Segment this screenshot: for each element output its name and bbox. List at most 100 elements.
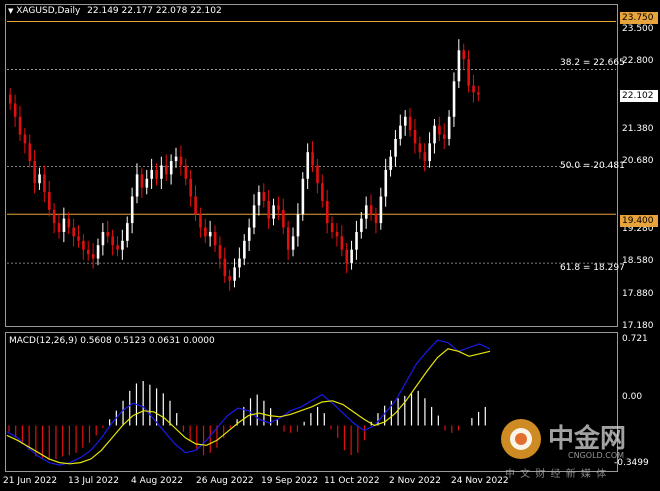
candle-body	[467, 59, 470, 86]
candle-body	[38, 174, 41, 184]
candle-body	[247, 227, 251, 241]
candle-body	[345, 249, 349, 263]
candle-body	[267, 200, 271, 219]
candle-body	[447, 116, 451, 139]
candle-body	[340, 236, 344, 250]
watermark-brand: 中金网	[548, 424, 627, 454]
candle-body	[311, 152, 314, 166]
date-label: 4 Aug 2022	[131, 476, 183, 486]
candle-body	[23, 134, 27, 144]
macd-signal-line	[6, 348, 491, 465]
candle-body	[13, 103, 17, 117]
date-label: 13 Jul 2022	[68, 476, 119, 486]
candle-body	[62, 218, 66, 232]
candle-body	[364, 205, 368, 219]
candle-body	[91, 254, 95, 259]
candle-body	[96, 245, 100, 259]
candle-body	[257, 192, 261, 206]
candle-body	[52, 209, 56, 224]
candle-body	[408, 116, 412, 131]
candle-body	[189, 178, 193, 197]
candle-body	[135, 174, 139, 197]
candle-body	[472, 85, 475, 93]
fib-label-61: 61.8 = 18.297	[560, 263, 625, 273]
candle-body	[155, 169, 158, 179]
candle-body	[413, 130, 417, 144]
candle-body	[116, 245, 119, 250]
candle-body	[72, 227, 75, 237]
candle-body	[213, 231, 217, 246]
price-axis-label: 22.800	[622, 56, 654, 66]
candle-body	[184, 165, 188, 179]
watermark-tagline: 中 文 财 经 新 媒 体	[505, 469, 608, 480]
current-price-tag: 22.102	[620, 90, 658, 102]
candle-body	[150, 169, 154, 179]
candle-body	[262, 192, 266, 201]
candle-body	[179, 156, 183, 166]
candle-body	[43, 174, 46, 193]
candle-body	[165, 165, 168, 175]
candle-body	[228, 276, 232, 281]
candle-body	[233, 267, 236, 281]
fib-label-50: 50.0 = 20.481	[560, 161, 625, 171]
candle-body	[384, 169, 388, 197]
price-axis-label: 21.380	[622, 124, 654, 134]
date-label: 26 Aug 2022	[196, 476, 254, 486]
candle-body	[399, 125, 402, 139]
price-axis-label: 17.180	[622, 321, 654, 331]
candle-body	[106, 231, 110, 237]
candle-body	[130, 196, 134, 224]
macd-header: MACD(12,26,9) 0.5608 0.5123 0.0631 0.000…	[9, 336, 215, 346]
candle-body	[77, 236, 80, 241]
candle-body	[394, 138, 397, 157]
price-axis-label: 17.880	[622, 289, 654, 299]
candle-body	[243, 240, 246, 259]
candle-body	[140, 174, 144, 188]
candle-body	[67, 218, 71, 228]
candle-body	[199, 214, 202, 228]
candle-body	[57, 223, 61, 232]
candle-body	[403, 116, 407, 126]
resistance-price-tag: 23.750	[620, 12, 658, 24]
date-label: 19 Sep 2022	[261, 476, 319, 486]
candle-body	[433, 125, 436, 144]
candle-body	[452, 81, 456, 117]
candle-body	[462, 50, 466, 60]
candle-body	[301, 178, 305, 215]
candle-body	[428, 143, 431, 162]
candle-body	[418, 143, 422, 153]
ohlc-values: 22.149 22.177 22.078 22.102	[87, 6, 222, 16]
candle-body	[286, 227, 290, 250]
symbol-label: XAGUSD,Daily	[16, 6, 81, 16]
price-axis-label: 23.500	[622, 24, 654, 34]
dropdown-triangle-icon[interactable]: ▼	[8, 7, 13, 15]
candle-body	[204, 227, 207, 237]
chart-header: ▼ XAGUSD,Daily 22.149 22.177 22.078 22.1…	[8, 6, 222, 16]
candle-body	[379, 196, 383, 224]
candle-body	[126, 223, 129, 241]
date-label: 24 Nov 2022	[451, 476, 509, 486]
candle-body	[33, 161, 36, 184]
candle-body	[169, 161, 173, 175]
macd-axis-label: 0.721	[622, 334, 648, 344]
candle-body	[18, 116, 22, 135]
fib-label-38: 38.2 = 22.665	[560, 58, 625, 68]
candle-body	[296, 214, 300, 237]
candle-body	[252, 205, 256, 228]
candle-body	[350, 249, 353, 263]
candle-body	[223, 258, 227, 277]
candle-body	[291, 236, 295, 250]
candle-body	[82, 240, 85, 250]
candle-body	[330, 223, 334, 232]
candle-body	[174, 156, 178, 162]
macd-line	[6, 339, 491, 466]
candle-body	[438, 125, 441, 135]
candle-body	[374, 214, 378, 224]
candle-body	[325, 200, 329, 224]
candle-body	[477, 92, 480, 95]
candle-body	[355, 231, 358, 250]
price-axis-label: 20.680	[622, 156, 654, 166]
watermark-domain: CNGOLD.COM	[568, 451, 625, 460]
candle-body	[423, 152, 427, 162]
date-label: 21 Jun 2022	[3, 476, 58, 486]
